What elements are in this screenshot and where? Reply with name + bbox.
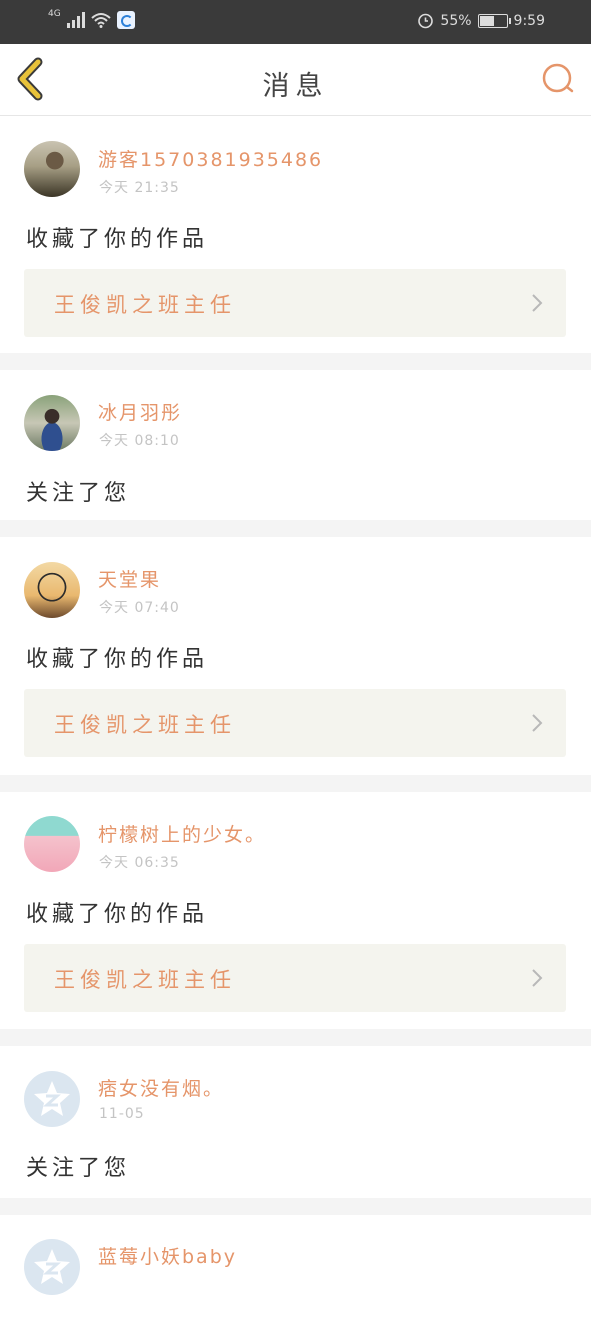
work-title: 王俊凯之班主任: [54, 968, 236, 992]
message-time: 今天 21:35: [99, 180, 180, 196]
message-item: 柠檬树上的少女。 今天 06:35 收藏了你的作品 王俊凯之班主任: [0, 792, 591, 1029]
user-name[interactable]: 冰月羽彤: [98, 398, 182, 425]
work-link[interactable]: 王俊凯之班主任: [24, 269, 566, 337]
message-time: 今天 07:40: [99, 600, 180, 616]
message-item: 游客15703819354​86 今天 21:35 收藏了你的作品 王俊凯之班主…: [0, 116, 591, 353]
message-time: 今天 08:10: [99, 433, 180, 449]
chevron-right-icon: [532, 294, 543, 312]
message-time: 今天 06:35: [99, 855, 180, 871]
work-link[interactable]: 王俊凯之班主任: [24, 689, 566, 757]
message-time: 11-05: [99, 1106, 145, 1122]
message-list: 游客15703819354​86 今天 21:35 收藏了你的作品 王俊凯之班主…: [0, 116, 591, 1335]
message-item: 天堂果 今天 07:40 收藏了你的作品 王俊凯之班主任: [0, 537, 591, 775]
message-action: 关注了您: [26, 1156, 131, 1181]
network-type: 4G: [48, 8, 61, 19]
work-title: 王俊凯之班主任: [54, 293, 236, 317]
work-title: 王俊凯之班主任: [54, 713, 236, 737]
avatar[interactable]: [24, 816, 80, 872]
search-button[interactable]: [539, 60, 577, 98]
divider: [0, 353, 591, 370]
avatar[interactable]: [24, 1239, 80, 1295]
clock: 9:59: [513, 12, 545, 29]
default-avatar-icon: [34, 1081, 70, 1116]
divider: [0, 1029, 591, 1046]
page-title: 消息: [262, 71, 329, 102]
chevron-right-icon: [532, 714, 543, 732]
wifi-icon: [91, 13, 111, 28]
avatar[interactable]: [24, 395, 80, 451]
chevron-right-icon: [532, 969, 543, 987]
avatar[interactable]: [24, 1071, 80, 1127]
divider: [0, 520, 591, 537]
avatar[interactable]: [24, 562, 80, 618]
user-name[interactable]: 柠檬树上的少女。: [98, 820, 266, 847]
message-item: 蓝莓小妖baby: [0, 1215, 591, 1335]
message-item: 冰月羽彤 今天 08:10 关注了您: [0, 370, 591, 520]
work-link[interactable]: 王俊凯之班主任: [24, 944, 566, 1012]
avatar[interactable]: [24, 141, 80, 197]
divider: [0, 1198, 591, 1215]
message-item: 痞女没有烟。 11-05 关注了您: [0, 1046, 591, 1198]
default-avatar-icon: [34, 1249, 70, 1284]
alarm-icon: [418, 13, 434, 29]
message-action: 收藏了你的作品: [26, 647, 209, 672]
user-name[interactable]: 天堂果: [98, 565, 161, 592]
app-notification-icon: [116, 11, 135, 29]
user-name[interactable]: 蓝莓小妖baby: [98, 1242, 237, 1269]
battery-icon: [477, 13, 511, 28]
message-action: 关注了您: [26, 481, 131, 506]
divider: [0, 775, 591, 792]
search-icon: [542, 63, 574, 93]
signal-icon: [66, 12, 85, 28]
message-action: 收藏了你的作品: [26, 902, 209, 927]
battery-percent: 55%: [440, 12, 472, 29]
app-header: 消息: [0, 44, 591, 116]
status-bar: 4G 55% 9:59: [0, 0, 591, 44]
message-action: 收藏了你的作品: [26, 227, 209, 252]
user-name[interactable]: 游客15703819354​86: [98, 145, 323, 172]
user-name[interactable]: 痞女没有烟。: [98, 1074, 224, 1101]
